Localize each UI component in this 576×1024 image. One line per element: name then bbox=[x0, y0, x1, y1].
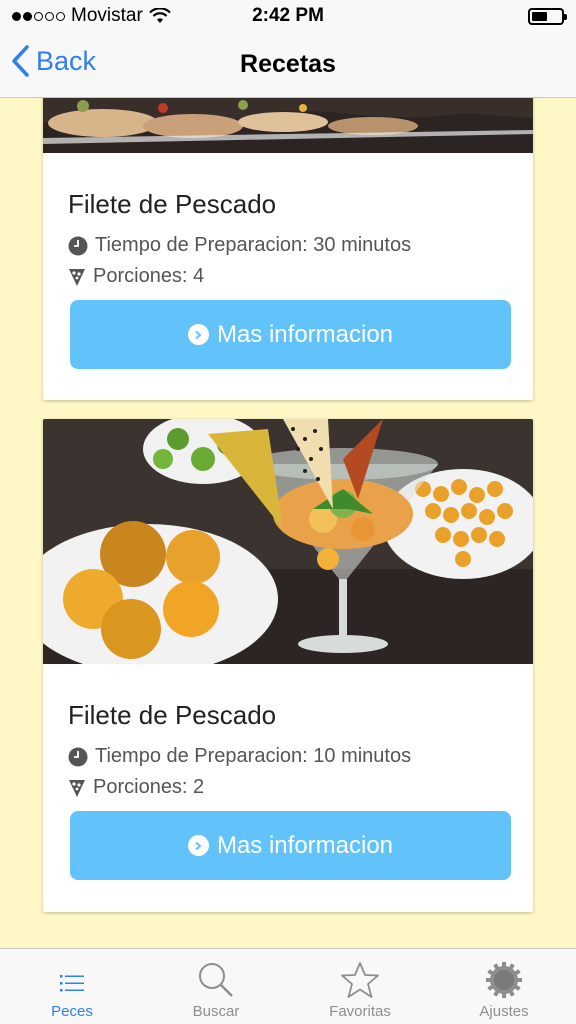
list-icon bbox=[60, 975, 84, 992]
tab-peces[interactable]: Peces bbox=[0, 949, 144, 1024]
recipe-card-body: Filete de Pescado Tiempo de Preparacion:… bbox=[43, 700, 533, 880]
prep-time-text: Tiempo de Preparacion: 30 minutos bbox=[95, 234, 412, 256]
recipe-image bbox=[43, 98, 533, 153]
recipe-card: Filete de Pescado Tiempo de Preparacion:… bbox=[43, 419, 533, 912]
portions-row: Porciones: 4 bbox=[68, 265, 511, 288]
recipe-card: Filete de Pescado Tiempo de Preparacion:… bbox=[43, 98, 533, 400]
recipe-list[interactable]: Filete de Pescado Tiempo de Preparacion:… bbox=[0, 98, 576, 948]
pizza-slice-icon bbox=[69, 268, 85, 286]
gear-icon bbox=[486, 962, 522, 998]
tab-bar: Peces Buscar Favoritas Ajustes bbox=[0, 948, 576, 1024]
carrier-name: Movistar bbox=[71, 5, 143, 26]
recipe-card-body: Filete de Pescado Tiempo de Preparacion:… bbox=[43, 189, 533, 369]
star-icon bbox=[341, 962, 379, 998]
recipe-title: Filete de Pescado bbox=[68, 700, 277, 730]
tab-favoritas[interactable]: Favoritas bbox=[288, 949, 432, 1024]
more-info-label: Mas informacion bbox=[216, 831, 394, 859]
tab-label: Peces bbox=[51, 1003, 93, 1020]
chevron-right-circle-icon bbox=[187, 324, 209, 345]
status-left: Movistar bbox=[12, 5, 171, 27]
status-bar: Movistar 2:42 PM bbox=[0, 0, 576, 32]
tab-buscar[interactable]: Buscar bbox=[144, 949, 288, 1024]
clock-icon bbox=[68, 747, 88, 766]
prep-time-row: Tiempo de Preparacion: 10 minutos bbox=[68, 745, 511, 768]
wifi-icon bbox=[149, 8, 171, 23]
more-info-button[interactable]: Mas informacion bbox=[70, 811, 511, 880]
pizza-slice-icon bbox=[69, 779, 85, 797]
back-label: Back bbox=[36, 45, 97, 76]
tab-label: Ajustes bbox=[479, 1003, 529, 1020]
navigation-bar: Back Recetas bbox=[0, 32, 576, 98]
tab-ajustes[interactable]: Ajustes bbox=[432, 949, 576, 1024]
back-button[interactable]: Back bbox=[10, 44, 96, 78]
chevron-right-circle-icon bbox=[187, 835, 209, 856]
more-info-label: Mas informacion bbox=[216, 320, 394, 348]
recipe-image bbox=[43, 419, 533, 664]
portions-row: Porciones: 2 bbox=[68, 776, 511, 799]
tab-label: Buscar bbox=[192, 1003, 240, 1020]
tab-label: Favoritas bbox=[329, 1003, 391, 1020]
signal-strength-icon bbox=[12, 11, 65, 21]
recipe-title: Filete de Pescado bbox=[68, 189, 277, 219]
battery-icon bbox=[528, 7, 567, 25]
more-info-button[interactable]: Mas informacion bbox=[70, 300, 511, 369]
portions-text: Porciones: 2 bbox=[93, 776, 205, 798]
prep-time-text: Tiempo de Preparacion: 10 minutos bbox=[95, 745, 412, 767]
search-icon bbox=[199, 963, 233, 997]
portions-text: Porciones: 4 bbox=[93, 265, 205, 287]
clock-icon bbox=[68, 236, 88, 255]
chevron-left-icon bbox=[12, 45, 29, 77]
prep-time-row: Tiempo de Preparacion: 30 minutos bbox=[68, 234, 511, 257]
